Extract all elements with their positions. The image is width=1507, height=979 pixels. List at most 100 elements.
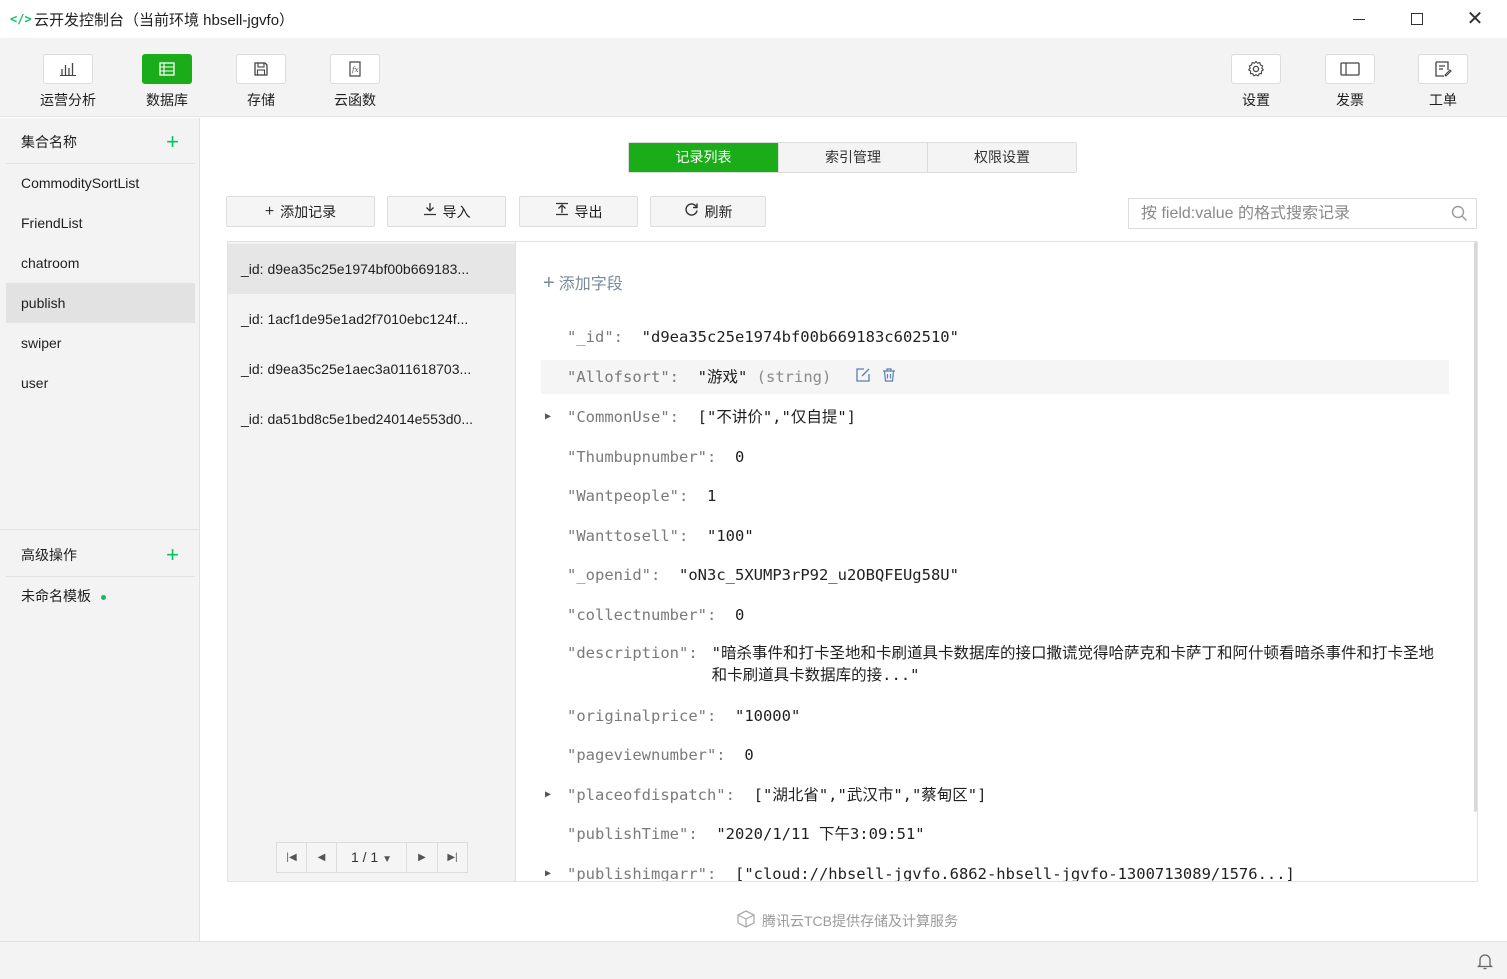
last-page-button[interactable]: ▶| [437, 843, 467, 872]
field-row-hovered[interactable]: "Allofsort": "游戏" (string) [541, 360, 1449, 394]
record-item[interactable]: _id: d9ea35c25e1aec3a011618703... [228, 344, 515, 394]
add-template-icon[interactable]: + [166, 543, 179, 566]
expand-arrow-icon[interactable]: ▶ [545, 778, 551, 812]
toolbar-settings-label: 设置 [1242, 92, 1270, 108]
app-logo-icon: </> [10, 12, 32, 26]
field-value: 0 [744, 746, 754, 764]
field-row[interactable]: ▶ "publishimgarr": ["cloud://hbsell-jgvf… [541, 857, 1449, 882]
trash-icon[interactable] [881, 361, 897, 395]
add-record-button[interactable]: + 添加记录 [226, 196, 375, 227]
page-select[interactable]: 1 / 1 ▼ [337, 843, 407, 872]
detail-scrollbar[interactable] [1474, 242, 1477, 812]
sidebar: 集合名称 + CommoditySortList FriendList chat… [0, 118, 200, 941]
minimize-button[interactable] [1330, 0, 1388, 38]
collection-item[interactable]: chatroom [6, 243, 195, 283]
field-row[interactable]: "Wantpeople": 1 [541, 479, 1449, 513]
upload-icon [555, 202, 569, 221]
toolbar-functions-label: 云函数 [334, 92, 376, 108]
footer-text: 腾讯云TCB提供存储及计算服务 [762, 912, 958, 929]
first-page-button[interactable]: |◀ [277, 843, 307, 872]
prev-page-icon: ◀ [317, 852, 326, 863]
toolbar-functions-button[interactable]: fx 云函数 [319, 54, 391, 110]
field-row[interactable]: "originalprice": "10000" [541, 699, 1449, 733]
toolbar-database-button[interactable]: 数据库 [131, 54, 203, 110]
next-page-button[interactable]: ▶ [407, 843, 437, 872]
import-button[interactable]: 导入 [387, 196, 506, 227]
search-icon[interactable] [1451, 205, 1468, 225]
search-input[interactable] [1141, 204, 1441, 223]
field-key: "Thumbupnumber": [567, 448, 717, 466]
close-button[interactable]: ✕ [1446, 0, 1504, 38]
toolbar-ticket-label: 工单 [1429, 92, 1457, 108]
collection-item[interactable]: FriendList [6, 203, 195, 243]
chevron-down-icon: ▼ [382, 854, 393, 865]
storage-icon [236, 54, 286, 84]
bell-icon[interactable] [1476, 952, 1494, 973]
plus-icon: + [264, 202, 275, 220]
field-key: "publishTime": [567, 825, 698, 843]
toolbar-settings-button[interactable]: 设置 [1220, 54, 1292, 110]
maximize-button[interactable] [1388, 0, 1446, 38]
toolbar-storage-label: 存储 [247, 92, 275, 108]
template-item[interactable]: 未命名模板 [21, 586, 106, 606]
refresh-button[interactable]: 刷新 [650, 196, 766, 227]
add-field-button[interactable]: + 添加字段 [543, 270, 623, 295]
tab-permissions[interactable]: 权限设置 [927, 143, 1076, 172]
field-row[interactable]: "pageviewnumber": 0 [541, 738, 1449, 772]
toolbar-ticket-button[interactable]: 工单 [1407, 54, 1479, 110]
toolbar-database-label: 数据库 [146, 92, 188, 108]
field-row[interactable]: ▶ "CommonUse": ["不讲价","仅自提"] [541, 400, 1449, 434]
add-collection-icon[interactable]: + [166, 130, 179, 153]
database-icon [142, 54, 192, 84]
field-row[interactable]: "collectnumber": 0 [541, 598, 1449, 632]
template-label: 未命名模板 [21, 588, 91, 604]
field-key: "_id": [567, 328, 623, 346]
tencent-cloud-logo-icon [736, 910, 756, 931]
collection-item[interactable]: swiper [6, 323, 195, 363]
field-key: "publishimgarr": [567, 865, 717, 882]
next-page-icon: ▶ [418, 852, 426, 863]
edit-icon[interactable] [855, 361, 871, 395]
record-item-selected[interactable]: _id: d9ea35c25e1974bf00b669183... [228, 244, 515, 294]
expand-arrow-icon[interactable]: ▶ [545, 857, 551, 881]
import-label: 导入 [442, 203, 471, 220]
record-item[interactable]: _id: da51bd8c5e1bed24014e553d0... [228, 394, 515, 444]
field-row[interactable]: "Thumbupnumber": 0 [541, 440, 1449, 474]
prev-page-button[interactable]: ◀ [307, 843, 337, 872]
record-list: _id: d9ea35c25e1974bf00b669183... _id: 1… [228, 242, 516, 881]
field-row[interactable]: "publishTime": "2020/1/11 下午3:09:51" [541, 817, 1449, 851]
record-item[interactable]: _id: 1acf1de95e1ad2f7010ebc124f... [228, 294, 515, 344]
page-indicator: 1 / 1 [350, 849, 379, 865]
export-label: 导出 [574, 203, 603, 220]
field-key: "originalprice": [567, 707, 717, 725]
field-key: "_openid": [567, 566, 661, 584]
field-key: "placeofdispatch": [567, 786, 735, 804]
title-bar: </> 云开发控制台（当前环境 hbsell-jgvfo） ✕ [0, 0, 1507, 38]
export-button[interactable]: 导出 [519, 196, 638, 227]
tab-indexes[interactable]: 索引管理 [778, 143, 927, 172]
field-value: "oN3c_5XUMP3rP92_u2OBQFEUg58U" [679, 566, 959, 584]
plus-icon: + [543, 272, 555, 294]
pager: |◀ ◀ 1 / 1 ▼ ▶ ▶| [276, 842, 468, 873]
collection-item[interactable]: CommoditySortList [6, 163, 195, 203]
toolbar-storage-button[interactable]: 存储 [225, 54, 297, 110]
field-row[interactable]: "Wanttosell": "100" [541, 519, 1449, 553]
field-value: "暗杀事件和打卡圣地和卡刷道具卡数据库的接口撒谎觉得哈萨克和卡萨丁和阿什顿看暗杀… [711, 644, 1434, 684]
first-page-icon: |◀ [286, 852, 297, 863]
toolbar-analytics-label: 运营分析 [40, 92, 96, 108]
maximize-icon [1411, 13, 1423, 25]
tab-records[interactable]: 记录列表 [629, 143, 778, 172]
collection-item-selected[interactable]: publish [6, 283, 195, 323]
field-value: "100" [707, 527, 754, 545]
toolbar-analytics-button[interactable]: 运营分析 [32, 54, 104, 110]
field-row[interactable]: "_id": "d9ea35c25e1974bf00b669183c602510… [541, 320, 1449, 354]
expand-arrow-icon[interactable]: ▶ [545, 400, 551, 434]
collection-item[interactable]: user [6, 363, 195, 403]
field-row[interactable]: "_openid": "oN3c_5XUMP3rP92_u2OBQFEUg58U… [541, 558, 1449, 592]
field-value: 0 [734, 606, 745, 624]
toolbar-invoice-button[interactable]: 发票 [1314, 54, 1386, 110]
field-row[interactable]: ▶ "placeofdispatch": ["湖北省","武汉市","蔡甸区"] [541, 778, 1449, 812]
field-row-description[interactable]: "description": "暗杀事件和打卡圣地和卡刷道具卡数据库的接口撒谎觉得… [567, 642, 1447, 686]
field-key: "Wanttosell": [567, 527, 689, 545]
records-panel: _id: d9ea35c25e1974bf00b669183... _id: 1… [227, 241, 1478, 882]
